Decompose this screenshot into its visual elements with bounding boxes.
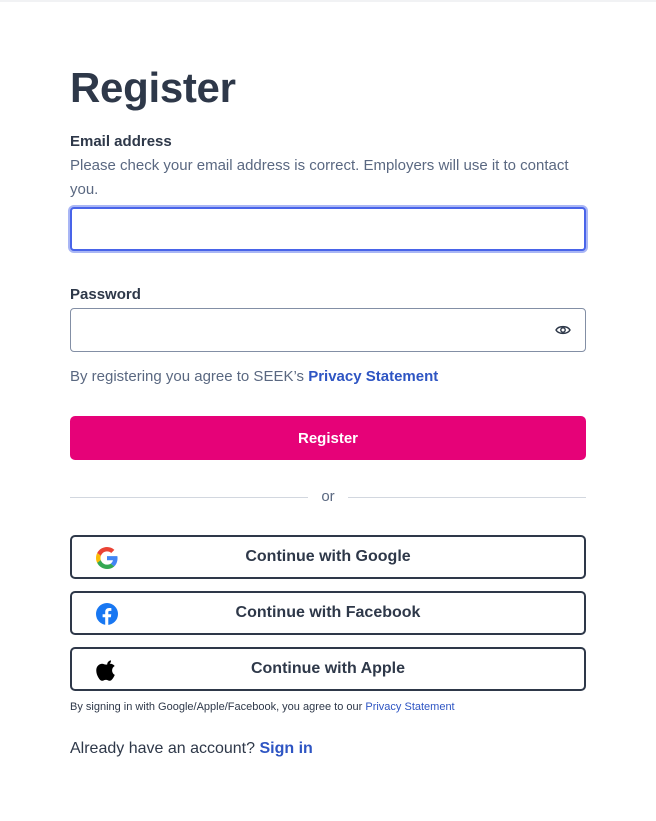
- privacy-agreement: By registering you agree to SEEK’s Priva…: [70, 368, 438, 385]
- facebook-button-label: Continue with Facebook: [235, 604, 421, 621]
- google-button-label: Continue with Google: [245, 548, 411, 565]
- register-button[interactable]: Register: [70, 416, 586, 460]
- top-border: [0, 0, 656, 2]
- sign-in-link[interactable]: Sign in: [259, 740, 312, 757]
- password-field-wrapper: [70, 308, 586, 352]
- email-label: Email address: [70, 133, 172, 150]
- or-divider: or: [70, 488, 586, 508]
- privacy-statement-link[interactable]: Privacy Statement: [308, 368, 438, 385]
- google-button[interactable]: Continue with Google: [70, 535, 586, 579]
- email-field[interactable]: [72, 209, 584, 249]
- eye-icon[interactable]: [555, 323, 571, 337]
- apple-button[interactable]: Continue with Apple: [70, 647, 586, 691]
- password-field[interactable]: [71, 309, 585, 351]
- signin-prompt: Already have an account? Sign in: [70, 740, 313, 758]
- page-title: Register: [70, 64, 236, 111]
- social-note-text: By signing in with Google/Apple/Facebook…: [70, 701, 366, 713]
- privacy-agreement-text: By registering you agree to SEEK’s: [70, 368, 309, 385]
- signin-prompt-text: Already have an account?: [70, 740, 260, 757]
- social-privacy-statement-link[interactable]: Privacy Statement: [365, 701, 454, 713]
- social-signin-note: By signing in with Google/Apple/Facebook…: [70, 701, 455, 713]
- facebook-button[interactable]: Continue with Facebook: [70, 591, 586, 635]
- email-help-text: Please check your email address is corre…: [70, 157, 569, 198]
- email-field-wrapper: [70, 207, 586, 251]
- apple-button-label: Continue with Apple: [250, 660, 406, 677]
- divider-line-right: [348, 497, 586, 498]
- password-label: Password: [70, 286, 141, 303]
